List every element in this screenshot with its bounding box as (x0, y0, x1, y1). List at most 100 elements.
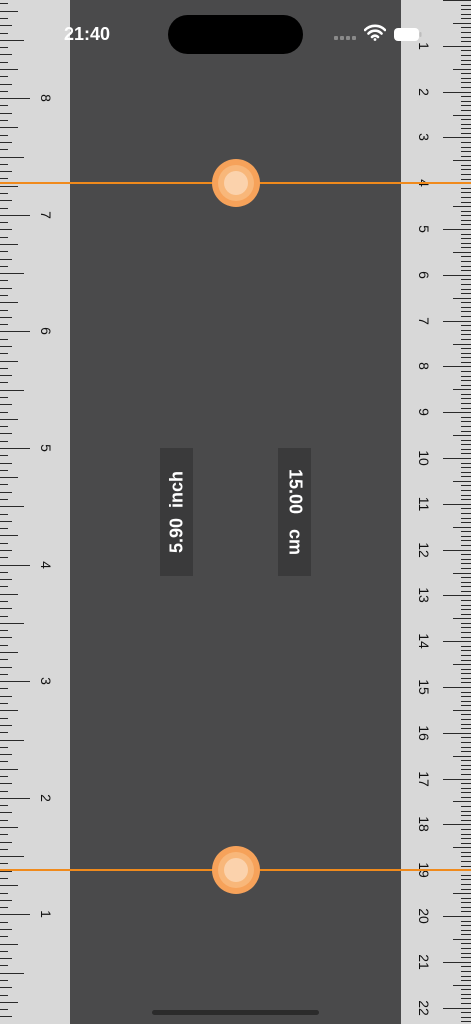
cm-tick (453, 801, 471, 802)
cm-tick (461, 554, 471, 555)
inch-tick (0, 594, 18, 595)
cm-tick (461, 325, 471, 326)
cm-tick (461, 811, 471, 812)
cm-tick (461, 293, 471, 294)
inch-tick (0, 907, 8, 908)
cm-tick (461, 124, 471, 125)
dynamic-island (168, 15, 303, 54)
inch-tick (0, 91, 8, 92)
cm-tick (443, 733, 471, 734)
inch-tick (0, 769, 18, 770)
cm-tick (461, 788, 471, 789)
inch-tick (0, 382, 8, 383)
inch-tick (0, 827, 18, 828)
cm-tick (453, 23, 471, 24)
cm-tick (461, 128, 471, 129)
cm-tick (461, 614, 471, 615)
cm-tick (443, 137, 471, 138)
inch-tick (0, 302, 18, 303)
ruler-screen: 12345678 1234567891011121314151617181920… (0, 0, 471, 1024)
cm-tick (461, 760, 471, 761)
cm-tick (461, 545, 471, 546)
cm-tick (461, 976, 471, 977)
cm-label: 16 (416, 725, 432, 741)
cm-tick (461, 18, 471, 19)
cm-tick (453, 985, 471, 986)
inch-tick (0, 718, 8, 719)
inch-tick (0, 222, 8, 223)
cm-readout: 15.00 cm (278, 448, 311, 576)
cm-tick (461, 792, 471, 793)
cm-tick (461, 783, 471, 784)
cm-tick (461, 925, 471, 926)
inch-tick (0, 200, 12, 201)
cm-tick (461, 948, 471, 949)
wifi-icon (364, 24, 386, 41)
cm-tick (461, 142, 471, 143)
inch-tick (0, 521, 12, 522)
inch-tick (0, 157, 24, 158)
inch-tick (0, 127, 18, 128)
cm-tick (461, 1017, 471, 1018)
inch-tick (0, 893, 8, 894)
inch-tick (0, 419, 18, 420)
inch-tick (0, 914, 30, 915)
inch-tick (0, 856, 24, 857)
cm-tick (461, 669, 471, 670)
cm-tick (443, 779, 471, 780)
cm-tick (461, 902, 471, 903)
inch-tick (0, 215, 30, 216)
cm-tick (461, 1021, 471, 1022)
inch-tick (0, 47, 8, 48)
cm-tick (461, 179, 471, 180)
cm-label: 5 (416, 225, 432, 233)
inch-tick (0, 688, 8, 689)
cm-tick (453, 664, 471, 665)
cm-tick (461, 234, 471, 235)
cm-tick (461, 270, 471, 271)
cm-tick (461, 980, 471, 981)
cm-tick (461, 714, 471, 715)
inch-tick (0, 630, 8, 631)
inch-tick (0, 579, 12, 580)
cm-tick (461, 211, 471, 212)
cm-tick (461, 623, 471, 624)
inch-tick (0, 470, 8, 471)
cm-tick (461, 806, 471, 807)
inch-tick (0, 295, 8, 296)
cm-tick (461, 449, 471, 450)
cm-tick (461, 426, 471, 427)
cm-tick (461, 898, 471, 899)
cm-tick (461, 156, 471, 157)
cm-tick (461, 627, 471, 628)
cm-tick (461, 371, 471, 372)
cm-tick (443, 962, 471, 963)
home-indicator[interactable] (152, 1010, 319, 1015)
inch-tick (0, 142, 12, 143)
inch-tick (0, 484, 8, 485)
inch-tick (0, 499, 8, 500)
inch-tick (0, 645, 8, 646)
cm-tick (461, 202, 471, 203)
inch-tick (0, 244, 18, 245)
cm-tick (443, 366, 471, 367)
inch-tick (0, 288, 12, 289)
inch-tick (0, 266, 8, 267)
inch-tick (0, 834, 8, 835)
cm-tick (453, 298, 471, 299)
upper-drag-handle[interactable] (212, 159, 260, 208)
cm-tick (453, 527, 471, 528)
cm-tick (461, 522, 471, 523)
cm-tick (461, 650, 471, 651)
cm-tick (461, 376, 471, 377)
inch-tick (0, 25, 12, 26)
cm-label: 12 (416, 541, 432, 558)
lower-drag-handle[interactable] (212, 846, 260, 895)
cm-tick (461, 820, 471, 821)
inch-tick (0, 557, 8, 558)
inch-tick (0, 317, 12, 318)
cm-tick (461, 357, 471, 358)
cm-tick (461, 284, 471, 285)
cm-tick (461, 921, 471, 922)
cm-tick (461, 957, 471, 958)
